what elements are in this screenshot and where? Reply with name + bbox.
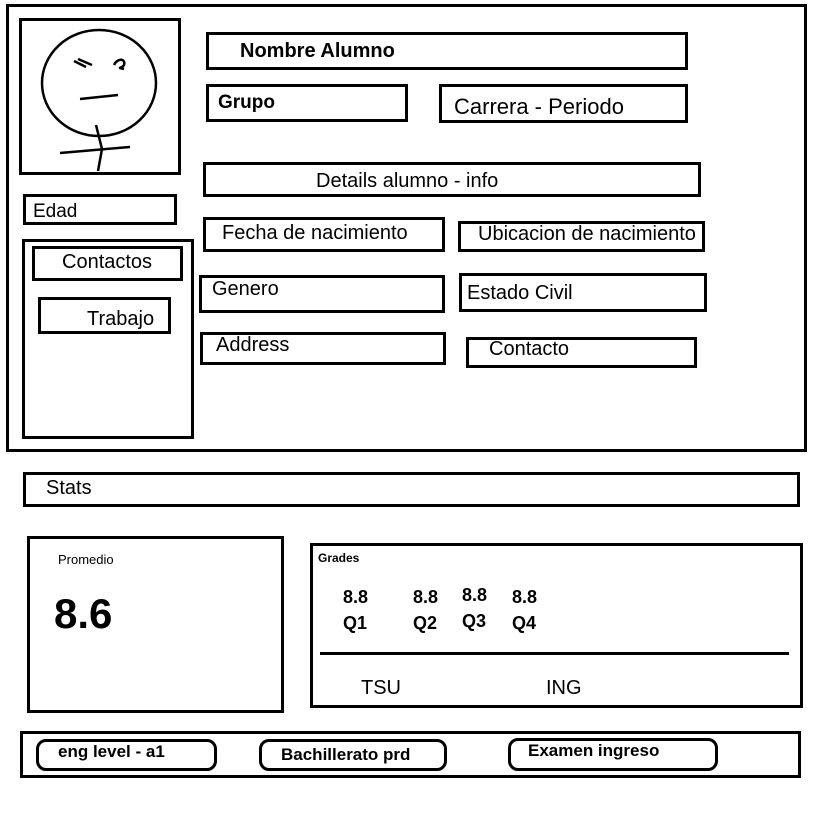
promedio-value: 8.6 <box>54 590 113 637</box>
carrera-periodo-label: Carrera - Periodo <box>454 94 624 119</box>
promedio-label: Promedio <box>58 552 114 567</box>
grades-label: Grades <box>318 551 360 565</box>
stats-header <box>23 472 800 507</box>
bachillerato-label: Bachillerato prd <box>281 745 411 764</box>
ubicacion-nacimiento-label: Ubicacion de nacimiento <box>478 223 696 245</box>
q1-label: Q1 <box>343 613 368 633</box>
genero-label: Genero <box>212 278 279 300</box>
ing-label: ING <box>546 677 582 699</box>
q1-value: 8.8 <box>343 587 369 607</box>
contactos-label: Contactos <box>62 251 153 273</box>
q3-label: Q3 <box>462 611 487 631</box>
trabajo-label: Trabajo <box>87 308 155 330</box>
edad-label: Edad <box>33 201 78 222</box>
q4-label: Q4 <box>512 613 537 633</box>
contacto-label: Contacto <box>489 338 570 360</box>
grades-divider <box>320 652 789 655</box>
q2-value: 8.8 <box>413 587 439 607</box>
eng-level-label: eng level - a1 <box>58 742 165 761</box>
stats-header-label: Stats <box>46 477 92 499</box>
grupo-label: Grupo <box>218 92 275 113</box>
examen-ingreso-label: Examen ingreso <box>528 741 660 760</box>
q2-label: Q2 <box>413 613 438 633</box>
avatar-sketch-icon <box>40 28 158 172</box>
q3-value: 8.8 <box>462 585 488 605</box>
student-name: Nombre Alumno <box>240 40 395 62</box>
address-label: Address <box>216 334 290 356</box>
estado-civil-label: Estado Civil <box>467 282 573 304</box>
fecha-nacimiento-label: Fecha de nacimiento <box>222 222 408 244</box>
q4-value: 8.8 <box>512 587 538 607</box>
tsu-label: TSU <box>361 677 401 699</box>
avatar <box>19 18 181 175</box>
details-header-label: Details alumno - info <box>316 170 499 192</box>
